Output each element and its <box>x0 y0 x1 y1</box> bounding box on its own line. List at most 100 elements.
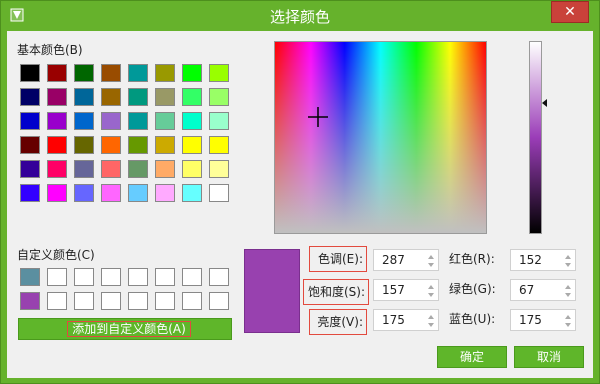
chevron-down-icon[interactable] <box>428 293 434 297</box>
chevron-up-icon[interactable] <box>428 315 434 319</box>
basic-color-swatch[interactable] <box>182 88 202 106</box>
basic-color-swatch[interactable] <box>101 64 121 82</box>
basic-color-swatch[interactable] <box>128 88 148 106</box>
basic-color-swatch[interactable] <box>182 64 202 82</box>
basic-color-swatch[interactable] <box>128 160 148 178</box>
basic-color-swatch[interactable] <box>101 88 121 106</box>
custom-color-swatch[interactable] <box>182 268 202 286</box>
basic-color-swatch[interactable] <box>155 160 175 178</box>
basic-color-swatch[interactable] <box>209 160 229 178</box>
red-input[interactable]: 152 <box>510 249 576 271</box>
add-to-custom-colors-button[interactable]: 添加到自定义颜色(A) <box>18 318 232 340</box>
custom-color-swatch[interactable] <box>128 268 148 286</box>
title-bar[interactable]: 选择颜色 ✕ <box>1 1 599 31</box>
custom-color-swatch[interactable] <box>155 292 175 310</box>
basic-color-swatch[interactable] <box>209 112 229 130</box>
custom-color-swatch[interactable] <box>74 292 94 310</box>
cancel-button[interactable]: 取消 <box>514 346 584 368</box>
close-button[interactable]: ✕ <box>551 1 589 23</box>
basic-color-swatch[interactable] <box>74 184 94 202</box>
dialog-body: 基本颜色(B) 自定义颜色(C) 添加到自定义颜色(A) 色调(E): 287 … <box>7 31 593 378</box>
custom-color-swatch[interactable] <box>47 292 67 310</box>
green-input[interactable]: 67 <box>510 279 576 301</box>
red-value: 152 <box>519 253 542 267</box>
window-title: 选择颜色 <box>269 8 330 26</box>
custom-color-swatch[interactable] <box>182 292 202 310</box>
basic-color-swatch[interactable] <box>209 88 229 106</box>
basic-color-swatch[interactable] <box>128 64 148 82</box>
basic-color-swatch[interactable] <box>20 136 40 154</box>
basic-color-swatch[interactable] <box>47 136 67 154</box>
basic-color-swatch[interactable] <box>74 88 94 106</box>
basic-color-swatch[interactable] <box>155 184 175 202</box>
basic-color-swatch[interactable] <box>47 184 67 202</box>
green-value: 67 <box>519 283 535 297</box>
basic-color-swatch[interactable] <box>155 112 175 130</box>
luminance-input[interactable]: 175 <box>373 309 439 331</box>
hue-input[interactable]: 287 <box>373 249 439 271</box>
basic-color-swatch[interactable] <box>74 160 94 178</box>
blue-input[interactable]: 175 <box>510 309 576 331</box>
basic-color-swatch[interactable] <box>155 64 175 82</box>
chevron-down-icon[interactable] <box>565 263 571 267</box>
chevron-up-icon[interactable] <box>428 255 434 259</box>
basic-color-swatch[interactable] <box>20 184 40 202</box>
ok-button[interactable]: 确定 <box>437 346 507 368</box>
chevron-down-icon[interactable] <box>565 293 571 297</box>
basic-color-swatch[interactable] <box>128 184 148 202</box>
custom-color-swatch[interactable] <box>47 268 67 286</box>
color-picker-window: 选择颜色 ✕ 基本颜色(B) 自定义颜色(C) 添加到自定义颜色(A) 色调(E… <box>0 0 600 384</box>
custom-color-swatch[interactable] <box>74 268 94 286</box>
color-preview <box>244 249 300 333</box>
crosshair-icon[interactable] <box>308 107 328 127</box>
basic-color-swatch[interactable] <box>101 112 121 130</box>
custom-color-swatch[interactable] <box>209 292 229 310</box>
basic-color-swatch[interactable] <box>47 112 67 130</box>
basic-color-swatch[interactable] <box>128 112 148 130</box>
blue-value: 175 <box>519 313 542 327</box>
chevron-down-icon[interactable] <box>428 263 434 267</box>
basic-color-swatch[interactable] <box>20 64 40 82</box>
basic-color-swatch[interactable] <box>209 64 229 82</box>
basic-color-swatch[interactable] <box>20 160 40 178</box>
basic-color-swatch[interactable] <box>209 136 229 154</box>
luminance-slider[interactable] <box>529 41 542 234</box>
basic-color-swatch[interactable] <box>155 136 175 154</box>
chevron-up-icon[interactable] <box>565 315 571 319</box>
chevron-up-icon[interactable] <box>565 285 571 289</box>
custom-color-swatch[interactable] <box>128 292 148 310</box>
basic-color-swatch[interactable] <box>20 88 40 106</box>
basic-color-swatch[interactable] <box>47 160 67 178</box>
basic-color-swatch[interactable] <box>74 64 94 82</box>
chevron-up-icon[interactable] <box>565 255 571 259</box>
basic-color-swatch[interactable] <box>128 136 148 154</box>
chevron-down-icon[interactable] <box>565 323 571 327</box>
custom-color-swatch[interactable] <box>209 268 229 286</box>
custom-color-swatch[interactable] <box>20 292 40 310</box>
basic-color-swatch[interactable] <box>155 88 175 106</box>
custom-color-swatch[interactable] <box>155 268 175 286</box>
custom-color-swatch[interactable] <box>101 268 121 286</box>
basic-color-swatch[interactable] <box>101 160 121 178</box>
basic-color-swatch[interactable] <box>74 136 94 154</box>
basic-color-swatch[interactable] <box>182 112 202 130</box>
basic-color-swatch[interactable] <box>47 64 67 82</box>
saturation-input[interactable]: 157 <box>373 279 439 301</box>
custom-color-swatch[interactable] <box>101 292 121 310</box>
basic-color-swatch[interactable] <box>47 88 67 106</box>
color-spectrum[interactable] <box>274 41 487 234</box>
basic-color-swatch[interactable] <box>209 184 229 202</box>
basic-color-swatch[interactable] <box>101 136 121 154</box>
hue-label: 色调(E): <box>309 246 367 272</box>
blue-label: 蓝色(U): <box>449 312 496 326</box>
luminance-arrow-icon[interactable] <box>542 99 547 107</box>
basic-color-swatch[interactable] <box>182 136 202 154</box>
basic-color-swatch[interactable] <box>182 184 202 202</box>
chevron-up-icon[interactable] <box>428 285 434 289</box>
basic-color-swatch[interactable] <box>101 184 121 202</box>
chevron-down-icon[interactable] <box>428 323 434 327</box>
basic-color-swatch[interactable] <box>74 112 94 130</box>
basic-color-swatch[interactable] <box>20 112 40 130</box>
custom-color-swatch[interactable] <box>20 268 40 286</box>
basic-color-swatch[interactable] <box>182 160 202 178</box>
